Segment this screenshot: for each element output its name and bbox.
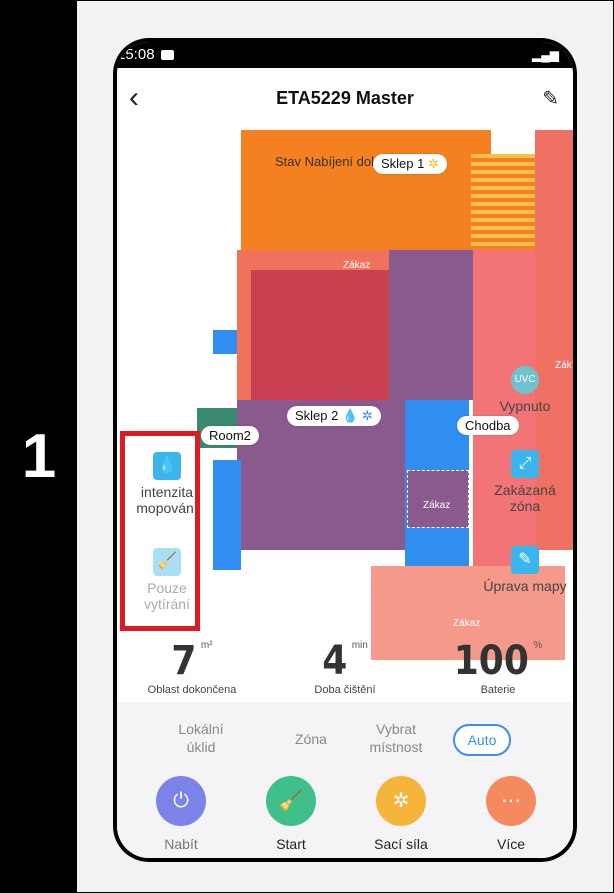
cast-icon [161, 50, 174, 60]
map-region-chodba [473, 250, 535, 580]
charge-icon: ⏻ [156, 776, 206, 826]
room-label-room2[interactable]: Room2 [201, 426, 259, 445]
room-label-sklep1[interactable]: Sklep 1 ✲ [373, 154, 447, 174]
stats-row: 7 m² Oblast dokončena 4 min Doba čištění… [117, 640, 573, 700]
zone-label: Zákaz [343, 260, 371, 271]
action-charge-label: Nabít [164, 836, 198, 852]
stat-time-value: 4 [322, 638, 348, 684]
map-region-red-dark [251, 270, 405, 400]
forbidden-zone-button[interactable]: ⤢ Zakázaná zóna [481, 450, 569, 514]
action-suction[interactable]: ✲ Sací síla [361, 776, 441, 852]
signal-icon: ▂▄▆ [532, 48, 559, 62]
step-number: 1 [21, 422, 57, 491]
room-label-chodba[interactable]: Chodba [457, 416, 519, 435]
stat-area-value: 7 [171, 638, 197, 684]
edit-icon[interactable]: ✎ [542, 86, 559, 111]
status-time: 15:08 [117, 46, 155, 63]
action-start[interactable]: 🧹 Start [251, 776, 331, 852]
action-charge[interactable]: ⏻ Nabít [141, 776, 221, 852]
highlight-box [120, 431, 200, 631]
bottom-panel: Lokální úklid Zóna Vybrat místnost Auto … [117, 702, 573, 858]
mode-zone[interactable]: Zóna [291, 730, 331, 748]
step-column: 1 [1, 1, 77, 892]
stat-time-unit: min [351, 640, 368, 651]
stat-area-label: Oblast dokončena [147, 684, 237, 696]
action-suction-label: Sací síla [374, 836, 428, 852]
room-name: Chodba [465, 418, 511, 433]
mode-local[interactable]: Lokální úklid [171, 720, 231, 756]
status-bar: 15:08 ▂▄▆ [117, 42, 573, 68]
uvc-icon: UVC [511, 366, 539, 394]
room-name: Room2 [209, 428, 251, 443]
fan-icon: ✲ [428, 156, 439, 171]
stat-battery: 100 % Baterie [423, 640, 573, 696]
stat-time: 4 min Doba čištění [270, 640, 420, 696]
more-icon: ⋯ [486, 776, 536, 826]
room-label-sklep2[interactable]: Sklep 2 💧 ✲ [287, 406, 381, 426]
uvc-label: Vypnuto [499, 398, 551, 414]
stat-area: 7 m² Oblast dokončena [117, 640, 267, 696]
fan-icon: ✲ [361, 408, 373, 423]
stat-battery-label: Baterie [480, 684, 516, 696]
forbidden-zone-label: Zakázaná zóna [494, 482, 556, 514]
stat-area-unit: m² [200, 640, 213, 651]
room-name: Sklep 1 [381, 156, 425, 171]
map-region-blue-dot [213, 330, 237, 354]
forbidden-zone-icon: ⤢ [511, 450, 539, 478]
fan-icon: ✲ [376, 776, 426, 826]
mode-auto[interactable]: Auto [453, 724, 511, 756]
stat-battery-value: 100 [453, 638, 529, 684]
mode-room[interactable]: Vybrat místnost [361, 720, 431, 756]
edit-map-button[interactable]: ✎ Úprava mapy [481, 546, 569, 594]
zone-label: Zákaz [423, 500, 451, 511]
edit-map-icon: ✎ [511, 546, 539, 574]
water-drop-icon: 💧 [342, 408, 359, 423]
map-region-purple [389, 250, 473, 400]
action-more-label: Více [496, 836, 525, 852]
zone-label: Zákaz [453, 618, 481, 629]
action-more[interactable]: ⋯ Více [471, 776, 551, 852]
broom-icon: 🧹 [266, 776, 316, 826]
action-start-label: Start [276, 836, 306, 852]
map-region-blue-low [213, 460, 241, 570]
map-region-hole [407, 470, 469, 528]
stat-time-label: Doba čištění [314, 684, 376, 696]
edit-map-label: Úprava mapy [483, 578, 567, 594]
stat-battery-unit: % [533, 640, 543, 651]
uvc-toggle[interactable]: UVC Vypnuto [481, 366, 569, 414]
room-name: Sklep 2 [295, 408, 339, 423]
app-header: ‹ ETA5229 Master ✎ [117, 82, 573, 118]
page-title: ETA5229 Master [276, 88, 414, 108]
map-region-sklep1 [241, 130, 491, 250]
